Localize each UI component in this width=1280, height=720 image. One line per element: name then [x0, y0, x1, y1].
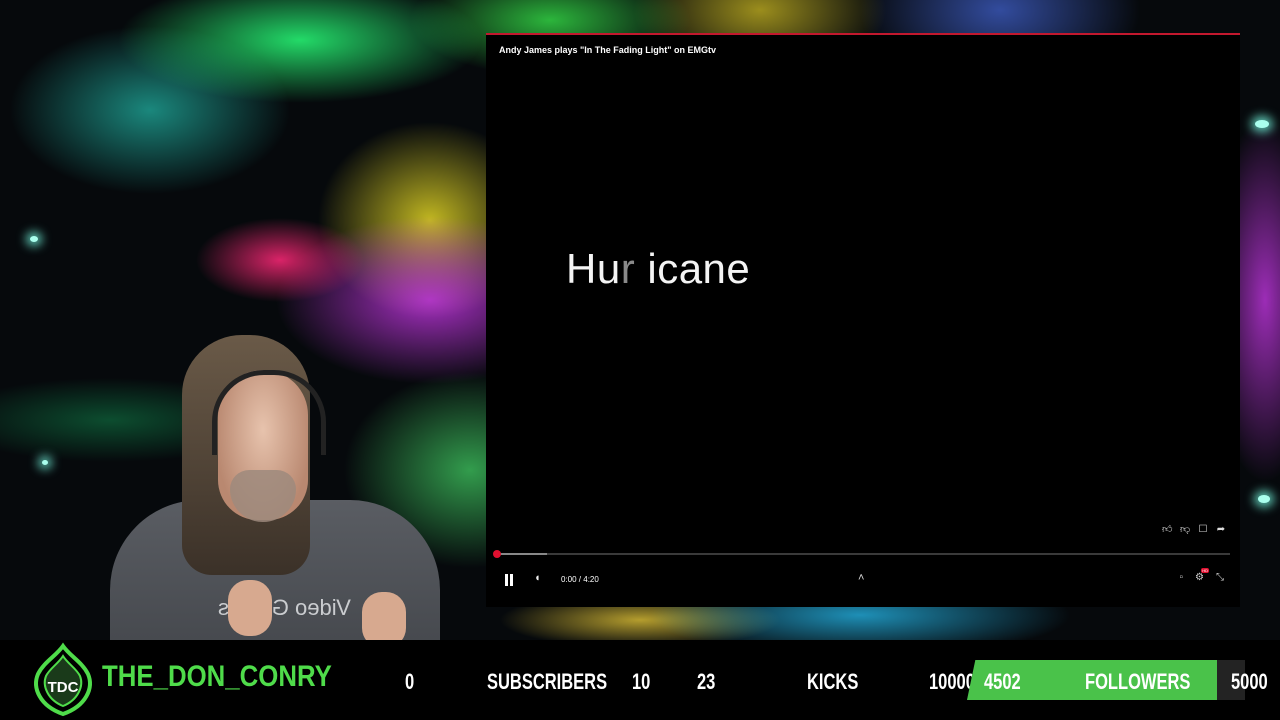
volume-icon[interactable]: ◖ [534, 572, 541, 584]
time-display: 0:00 / 4:20 [561, 575, 599, 584]
chevron-up-icon[interactable]: ˄ [858, 572, 864, 584]
headset-icon [212, 370, 326, 455]
video-player[interactable]: Andy James plays "In The Fading Light" o… [486, 33, 1240, 607]
video-title[interactable]: Andy James plays "In The Fading Light" o… [499, 45, 716, 55]
hd-badge: HD [1201, 568, 1209, 573]
subscribers-label: SUBSCRIBERS [487, 669, 608, 694]
dislike-icon[interactable]: 👎︎ [1180, 525, 1190, 535]
kicks-label: KICKS [807, 669, 859, 694]
subscribers-current: 0 [405, 669, 415, 694]
video-lyric-text: Hur icane [566, 245, 751, 292]
webcam-feed: Video Games [100, 330, 450, 640]
buffer-fill [496, 553, 548, 555]
channel-name: THE_DON_CONRY [102, 660, 332, 693]
player-controls: ◖ 0:00 / 4:20 ˄ ▫ ⚙ HD ⤡ [486, 568, 1240, 594]
playhead-handle[interactable] [493, 550, 501, 558]
player-right-controls: ▫ ⚙ HD ⤡ [1179, 568, 1224, 583]
progress-bar[interactable] [493, 550, 1230, 558]
captions-icon[interactable]: ▫ [1179, 572, 1183, 583]
stream-stats-bar: TDC THE_DON_CONRY 0 SUBSCRIBERS 10 23 KI… [0, 640, 1280, 720]
pause-icon[interactable] [504, 574, 514, 586]
kicks-current: 23 [697, 669, 716, 694]
light-spark [1255, 120, 1269, 128]
subscribers-goal: 10 [632, 669, 651, 694]
light-spark [30, 236, 38, 242]
streamer-hand-left [228, 580, 272, 636]
video-actions: 👍︎ 👎︎ ☐ ➦ [1162, 525, 1226, 535]
kicks-goal: 10000 [929, 669, 975, 694]
tdc-logo: TDC [34, 642, 92, 717]
fullscreen-exit-icon[interactable]: ⤡ [1216, 572, 1224, 583]
followers-goal: 5000 [1231, 669, 1268, 694]
like-icon[interactable]: 👍︎ [1162, 525, 1172, 535]
followers-current: 4502 [984, 669, 1021, 694]
light-spark [42, 460, 48, 465]
share-icon[interactable]: ➦ [1216, 525, 1226, 535]
comment-icon[interactable]: ☐ [1198, 525, 1208, 535]
light-spark [1258, 495, 1270, 503]
svg-text:TDC: TDC [48, 679, 79, 696]
followers-label: FOLLOWERS [1085, 669, 1191, 694]
streamer-hand-right [362, 592, 406, 640]
settings-icon[interactable]: ⚙ HD [1195, 568, 1209, 583]
